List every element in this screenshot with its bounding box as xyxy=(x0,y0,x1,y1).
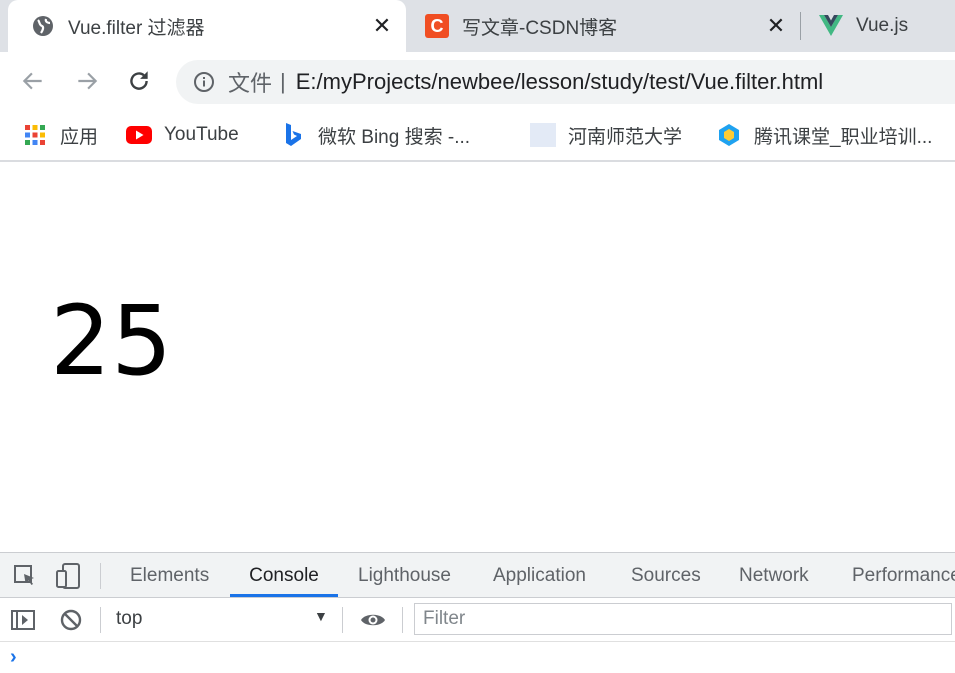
tab-csdn[interactable]: C 写文章-CSDN博客 ✕ xyxy=(414,0,800,52)
divider xyxy=(342,607,343,633)
back-arrow-icon xyxy=(22,72,42,90)
bookmark-youtube[interactable]: YouTube xyxy=(126,120,239,150)
vue-icon xyxy=(818,13,844,39)
clear-console-icon[interactable] xyxy=(56,608,86,632)
divider xyxy=(100,607,101,633)
tab-title: Vue.js xyxy=(856,15,909,36)
tencent-classroom-icon xyxy=(716,122,742,148)
page-viewport: 25 xyxy=(0,162,955,552)
close-tab-icon[interactable]: ✕ xyxy=(364,13,400,39)
eye-icon[interactable] xyxy=(358,608,388,632)
bookmark-label: 河南师范大学 xyxy=(568,126,683,148)
bookmark-label: YouTube xyxy=(164,124,239,145)
close-tab-icon[interactable]: ✕ xyxy=(758,13,794,39)
execution-context-select[interactable]: top xyxy=(116,608,142,630)
tab-strip: Vue.filter 过滤器 ✕ C 写文章-CSDN博客 ✕ Vue.js xyxy=(0,0,955,52)
devtools-tab-lighthouse[interactable]: Lighthouse xyxy=(358,553,451,597)
devtools-tab-elements[interactable]: Elements xyxy=(130,553,209,597)
forward-arrow-icon xyxy=(78,72,98,90)
info-icon[interactable] xyxy=(192,70,216,94)
bookmark-apps[interactable]: 应用 xyxy=(22,120,98,150)
devtools-tab-network[interactable]: Network xyxy=(739,553,809,597)
bookmarks-bar: 应用 YouTube 微软 Bing 搜索 -... 河南师范大学 腾讯课堂_职… xyxy=(0,110,955,162)
tab-separator xyxy=(800,12,801,40)
console-prompt-icon[interactable]: › xyxy=(10,646,17,669)
devtools-tab-sources[interactable]: Sources xyxy=(631,553,701,597)
bookmark-label: 微软 Bing 搜索 -... xyxy=(318,126,471,148)
bookmark-henan-normal-university[interactable]: 河南师范大学 xyxy=(530,120,682,150)
browser-toolbar: 文件 | E:/myProjects/newbee/lesson/study/t… xyxy=(0,52,955,110)
page-content-number: 25 xyxy=(50,285,173,397)
url-text[interactable]: E:/myProjects/newbee/lesson/study/test/V… xyxy=(296,69,823,95)
console-filter-input[interactable] xyxy=(414,603,952,635)
devtools-tab-bar: Elements Console Lighthouse Application … xyxy=(0,552,955,598)
bookmark-tencent-classroom[interactable]: 腾讯课堂_职业培训... xyxy=(716,120,932,150)
inspect-element-icon[interactable] xyxy=(10,563,40,589)
apps-grid-icon xyxy=(22,122,48,148)
bookmark-label: 应用 xyxy=(60,126,99,148)
address-bar[interactable]: 文件 | E:/myProjects/newbee/lesson/study/t… xyxy=(176,60,955,104)
tab-vuejs[interactable]: Vue.js xyxy=(806,0,955,52)
csdn-logo: C xyxy=(425,14,449,38)
scheme-label: 文件 xyxy=(228,71,273,96)
devtools-panel: Elements Console Lighthouse Application … xyxy=(0,552,955,673)
tab-title: 写文章-CSDN博客 xyxy=(462,17,618,39)
bing-icon xyxy=(280,122,306,148)
reload-button[interactable] xyxy=(122,64,156,98)
bookmark-bing[interactable]: 微软 Bing 搜索 -... xyxy=(280,120,470,150)
devtools-tab-performance[interactable]: Performance xyxy=(852,553,955,597)
device-toolbar-icon[interactable] xyxy=(52,562,84,590)
bookmark-label: 腾讯课堂_职业培训... xyxy=(754,126,933,148)
devtools-tab-console[interactable]: Console xyxy=(230,553,338,597)
reload-icon xyxy=(130,71,148,90)
dropdown-arrow-icon[interactable]: ▼ xyxy=(314,608,328,624)
divider xyxy=(402,607,403,633)
youtube-icon xyxy=(126,122,152,148)
csdn-icon: C xyxy=(424,13,450,39)
back-button[interactable] xyxy=(16,64,50,98)
blank-page-icon xyxy=(530,122,556,148)
devtools-tab-application[interactable]: Application xyxy=(493,553,586,597)
show-sidebar-icon[interactable] xyxy=(8,608,38,632)
address-divider: | xyxy=(280,69,286,94)
forward-button[interactable] xyxy=(70,64,104,98)
globe-icon xyxy=(30,13,56,39)
tab-vue-filter[interactable]: Vue.filter 过滤器 ✕ xyxy=(8,0,406,52)
console-toolbar: top ▼ xyxy=(0,598,955,642)
divider xyxy=(100,563,101,589)
tab-title: Vue.filter 过滤器 xyxy=(68,17,205,39)
